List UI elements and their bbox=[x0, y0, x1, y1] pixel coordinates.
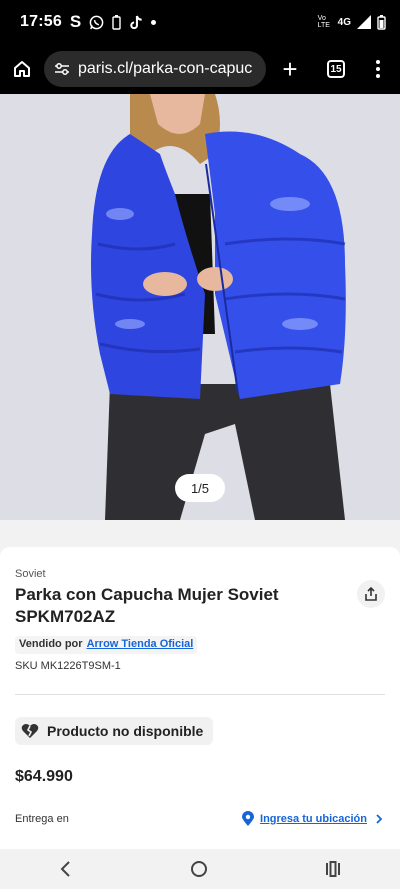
volte-label: Vo LTE bbox=[317, 15, 330, 29]
broken-heart-icon bbox=[21, 724, 39, 738]
battery-icon bbox=[377, 14, 386, 30]
url-text[interactable]: paris.cl/parka-con-capuc bbox=[78, 60, 252, 78]
seller-link[interactable]: Arrow Tienda Oficial bbox=[87, 638, 194, 652]
divider bbox=[15, 694, 385, 695]
back-icon[interactable] bbox=[58, 860, 74, 878]
new-tab-button[interactable]: + bbox=[266, 54, 314, 85]
share-icon bbox=[365, 586, 377, 601]
browser-toolbar: paris.cl/parka-con-capuc + 15 bbox=[0, 44, 400, 94]
home-circle-icon[interactable] bbox=[190, 860, 208, 878]
chevron-right-icon bbox=[376, 814, 383, 824]
brand-name[interactable]: Soviet bbox=[15, 568, 46, 580]
system-nav-bar bbox=[0, 849, 400, 889]
dot-icon bbox=[151, 19, 157, 25]
product-info-card: Soviet Parka con Capucha Mujer Soviet SP… bbox=[0, 547, 400, 867]
network-type: 4G bbox=[337, 16, 351, 28]
location-button[interactable]: Ingresa tu ubicación bbox=[242, 811, 385, 827]
product-image[interactable] bbox=[0, 94, 400, 520]
battery-saver-icon bbox=[112, 14, 121, 30]
seller-info: Vendido por Arrow Tienda Oficial bbox=[15, 636, 198, 654]
delivery-label: Entrega en bbox=[15, 813, 69, 825]
sold-by-label: Vendido por bbox=[19, 638, 83, 650]
plus-icon: + bbox=[282, 53, 298, 84]
signal-icon bbox=[357, 15, 371, 29]
site-settings-icon[interactable] bbox=[54, 62, 70, 76]
clock: 17:56 bbox=[20, 13, 62, 30]
price: $64.990 bbox=[15, 768, 73, 785]
address-bar[interactable]: paris.cl/parka-con-capuc bbox=[44, 51, 266, 87]
location-cta[interactable]: Ingresa tu ubicación bbox=[260, 813, 367, 825]
tiktok-icon bbox=[130, 15, 142, 29]
home-icon bbox=[14, 61, 30, 77]
availability-badge: Producto no disponible bbox=[15, 717, 214, 745]
status-bar: 17:56 S Vo LTE 4G bbox=[0, 0, 400, 44]
recents-icon[interactable] bbox=[324, 860, 342, 878]
product-title: Parka con Capucha Mujer Soviet SPKM702AZ bbox=[15, 585, 279, 626]
sku-text: SKU MK1226T9SM-1 bbox=[15, 660, 121, 672]
product-photo bbox=[0, 94, 400, 520]
home-button[interactable] bbox=[0, 44, 44, 94]
gallery-counter: 1/5 bbox=[175, 474, 225, 502]
system-indicators: Vo LTE 4G bbox=[317, 14, 386, 30]
location-pin-icon bbox=[242, 811, 255, 826]
more-vertical-icon[interactable] bbox=[358, 60, 398, 78]
whatsapp-icon bbox=[89, 15, 104, 29]
tab-switcher-button[interactable]: 15 bbox=[314, 60, 358, 78]
notification-icons: S bbox=[69, 12, 157, 32]
availability-text: Producto no disponible bbox=[47, 723, 204, 739]
share-button[interactable] bbox=[357, 580, 385, 608]
tab-count: 15 bbox=[327, 60, 345, 78]
s-icon: S bbox=[69, 12, 82, 31]
